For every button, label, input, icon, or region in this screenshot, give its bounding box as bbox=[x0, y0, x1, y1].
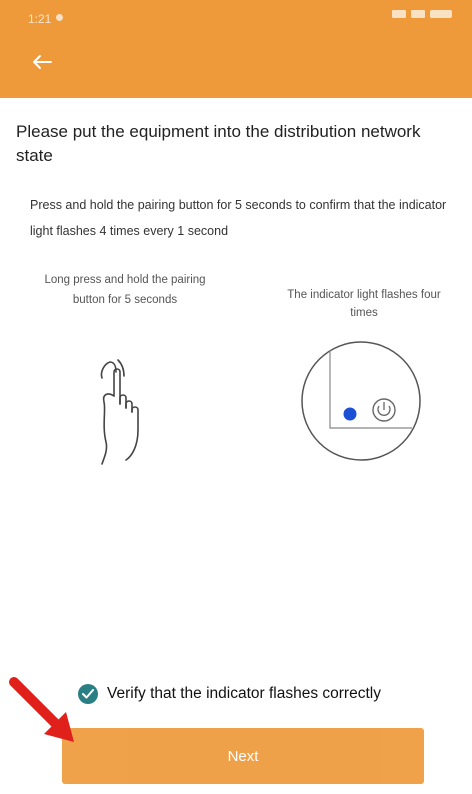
indicator-light-icon bbox=[343, 407, 357, 421]
page-title: Please put the equipment into the distri… bbox=[16, 122, 421, 165]
verify-label: Verify that the indicator flashes correc… bbox=[107, 685, 381, 702]
step-label-flash: The indicator light flashes four times bbox=[287, 289, 441, 319]
status-icons bbox=[392, 10, 452, 18]
back-button[interactable] bbox=[22, 44, 62, 80]
check-circle-icon bbox=[78, 684, 98, 704]
device-indicator-icon bbox=[301, 341, 421, 461]
status-bar: 1:21 bbox=[0, 0, 472, 30]
next-button[interactable]: Next bbox=[62, 728, 424, 784]
signal-icon bbox=[392, 10, 406, 18]
status-time: 1:21 bbox=[28, 12, 52, 26]
arrow-left-icon bbox=[33, 55, 52, 69]
app-header: 1:21 bbox=[0, 0, 472, 98]
battery-icon bbox=[430, 10, 452, 18]
verify-checkbox[interactable]: Verify that the indicator flashes correc… bbox=[78, 682, 381, 706]
hand-press-icon bbox=[100, 359, 139, 465]
step-label-press: Long press and hold the pairing button f… bbox=[44, 274, 206, 306]
instruction-text: Press and hold the pairing button for 5 … bbox=[30, 198, 447, 238]
notification-dot-icon bbox=[56, 14, 63, 21]
wifi-icon bbox=[411, 10, 425, 18]
